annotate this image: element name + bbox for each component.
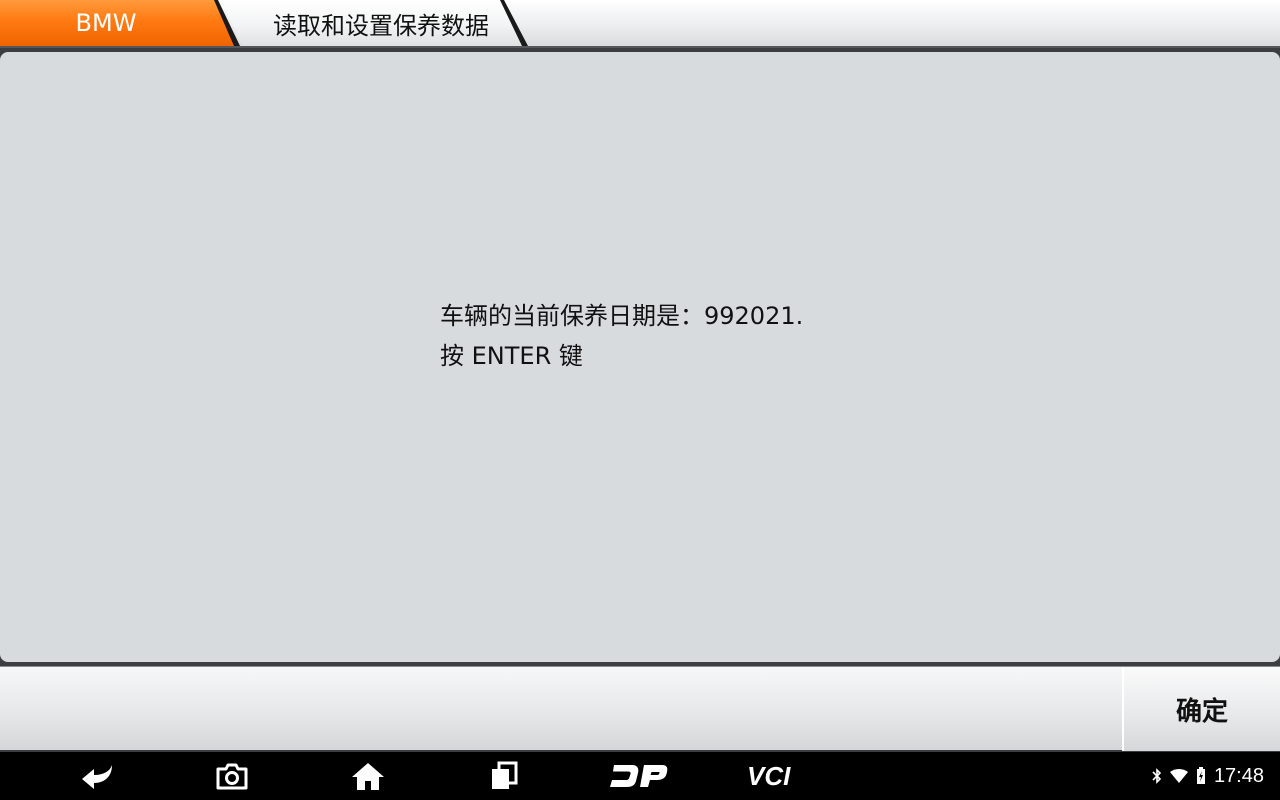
breadcrumb-current-page: 读取和设置保养数据 — [222, 0, 526, 46]
app-window: BMW 读取和设置保养数据 车辆的当前保养日期是：992021. 按 ENTER… — [0, 0, 1280, 800]
status-clock: 17:48 — [1213, 764, 1264, 787]
back-arrow-icon — [82, 765, 112, 789]
vci-button[interactable]: VCI — [742, 752, 812, 800]
status-area: 17:48 — [1152, 752, 1264, 800]
wifi-icon — [1169, 769, 1188, 783]
bluetooth-icon — [1152, 768, 1162, 784]
vci-logo-icon: VCI — [747, 763, 791, 789]
message-panel: 车辆的当前保养日期是：992021. 按 ENTER 键 — [0, 52, 1280, 662]
dp-logo-icon — [610, 765, 668, 787]
dp-button[interactable] — [606, 752, 672, 800]
camera-icon — [216, 763, 248, 790]
home-button[interactable] — [340, 752, 396, 800]
battery-charging-icon — [1196, 767, 1205, 784]
page-title: 读取和设置保养数据 — [273, 11, 489, 40]
recent-apps-button[interactable] — [476, 752, 532, 800]
message-text: 车辆的当前保养日期是：992021. 按 ENTER 键 — [440, 296, 803, 376]
breadcrumb-brand-label: BMW — [75, 9, 137, 37]
home-icon — [352, 763, 384, 790]
message-line-maintenance-date: 车辆的当前保养日期是：992021. — [440, 302, 804, 330]
action-bar: 确定 — [0, 666, 1280, 751]
screenshot-button[interactable] — [204, 752, 260, 800]
confirm-button-label: 确定 — [1175, 696, 1228, 727]
breadcrumb-bar: BMW 读取和设置保养数据 — [0, 0, 1280, 48]
message-line-instruction: 按 ENTER 键 — [440, 342, 583, 370]
recent-apps-icon — [492, 761, 518, 789]
confirm-button[interactable]: 确定 — [1122, 667, 1280, 751]
back-button[interactable] — [70, 752, 126, 800]
breadcrumb-brand[interactable]: BMW — [0, 0, 236, 46]
system-nav-bar: VCI 17:48 — [0, 752, 1280, 800]
svg-text:VCI: VCI — [747, 763, 791, 789]
